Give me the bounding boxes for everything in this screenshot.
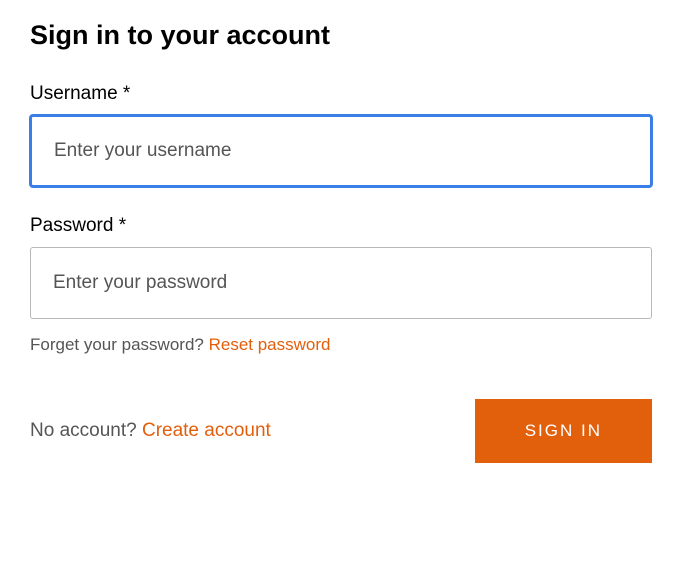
forgot-password-text: Forget your password? bbox=[30, 335, 209, 354]
create-account-link[interactable]: Create account bbox=[142, 420, 271, 441]
no-account-line: No account? Create account bbox=[30, 420, 271, 442]
sign-in-button[interactable]: SIGN IN bbox=[475, 399, 652, 463]
forgot-password-line: Forget your password? Reset password bbox=[30, 335, 652, 355]
page-title: Sign in to your account bbox=[30, 20, 652, 51]
username-label: Username * bbox=[30, 83, 652, 105]
password-field-group: Password * bbox=[30, 215, 652, 319]
no-account-text: No account? bbox=[30, 420, 142, 441]
bottom-row: No account? Create account SIGN IN bbox=[30, 399, 652, 463]
password-label: Password * bbox=[30, 215, 652, 237]
username-field-group: Username * bbox=[30, 83, 652, 187]
username-input[interactable] bbox=[30, 115, 652, 187]
reset-password-link[interactable]: Reset password bbox=[209, 335, 331, 354]
password-input[interactable] bbox=[30, 247, 652, 319]
